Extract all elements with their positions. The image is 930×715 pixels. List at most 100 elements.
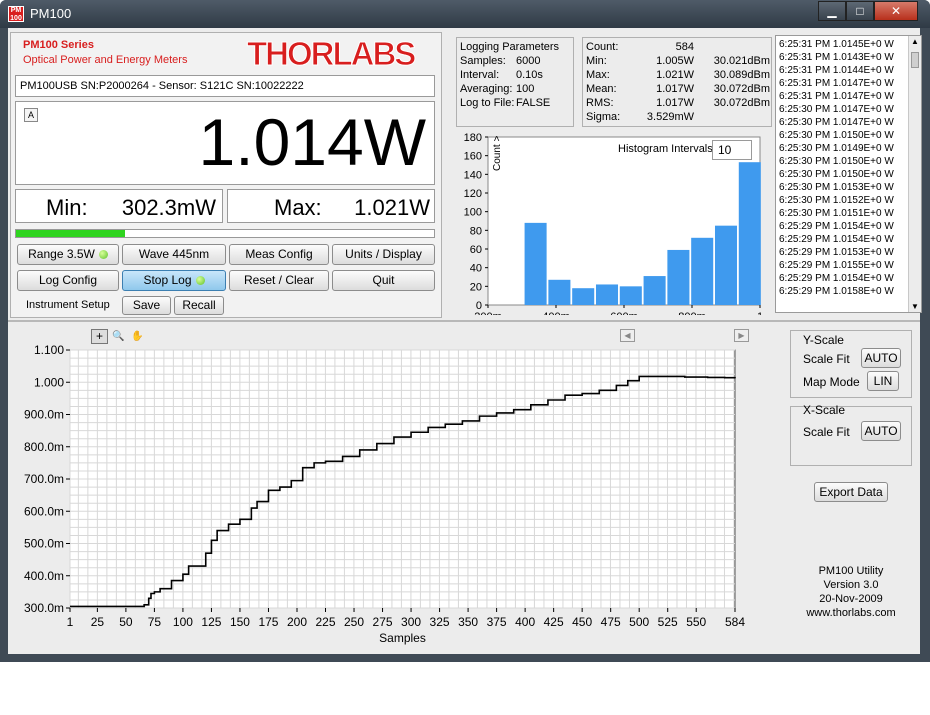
yscale-panel: Y-Scale Scale Fit AUTO Map Mode LIN	[790, 330, 912, 398]
histogram-ylabel: Count >	[492, 136, 503, 171]
stats-watts: 3.529mW	[646, 111, 694, 123]
log-list-item[interactable]: 6:25:30 PM 1.0147E+0 W	[779, 103, 894, 116]
power-trace	[70, 375, 736, 608]
log-list-item[interactable]: 6:25:30 PM 1.0151E+0 W	[779, 207, 894, 220]
log-list-item[interactable]: 6:25:30 PM 1.0153E+0 W	[779, 181, 894, 194]
log-config-button[interactable]: Log Config	[17, 270, 119, 291]
stats-watts: 1.005W	[656, 55, 694, 67]
xscale-title: X-Scale	[803, 403, 846, 417]
instrument-setup-label: Instrument Setup	[26, 299, 110, 311]
log-list-item[interactable]: 6:25:29 PM 1.0158E+0 W	[779, 285, 894, 298]
meas-config-button[interactable]: Meas Config	[229, 244, 329, 265]
log-list-item[interactable]: 6:25:30 PM 1.0150E+0 W	[779, 155, 894, 168]
export-data-button[interactable]: Export Data	[814, 482, 888, 502]
xtick-label: 550	[686, 615, 706, 629]
ytick-label: 1.100	[34, 343, 64, 357]
histogram-bar	[595, 284, 619, 305]
log-list-item[interactable]: 6:25:30 PM 1.0152E+0 W	[779, 194, 894, 207]
x-axis-label: Samples	[379, 631, 426, 645]
crosshair-tool-icon[interactable]: +	[91, 329, 108, 344]
map-mode-button[interactable]: LIN	[867, 371, 899, 391]
histogram-bar	[667, 249, 690, 305]
histogram-bar	[619, 286, 642, 305]
xtick-label: 584	[725, 615, 745, 629]
histogram-bar	[738, 162, 761, 305]
log-list[interactable]: 6:25:31 PM 1.0145E+0 W 6:25:31 PM 1.0143E…	[775, 35, 922, 313]
log-list-item[interactable]: 6:25:31 PM 1.0145E+0 W	[779, 38, 894, 51]
scroll-up-icon[interactable]: ▲	[911, 37, 919, 46]
stats-dbm: 30.072dBm	[713, 97, 770, 109]
xtick-label: 275	[373, 615, 393, 629]
plot-area	[69, 349, 736, 609]
quit-button[interactable]: Quit	[332, 270, 435, 291]
stats-row: RMS: 1.017W 30.072dBm	[586, 97, 770, 111]
save-button[interactable]: Save	[122, 296, 171, 315]
xtick-label: 300	[401, 615, 421, 629]
xtick-label: 400	[515, 615, 535, 629]
scroll-left-icon[interactable]: ◀	[620, 329, 635, 342]
scroll-down-icon[interactable]: ▼	[911, 302, 919, 311]
logging-row: Interval: 0.10s	[460, 69, 572, 83]
minimize-button[interactable]: ▁	[818, 1, 846, 21]
app-name: PM100 Utility	[818, 565, 884, 577]
logging-row-value: FALSE	[516, 97, 551, 109]
log-list-item[interactable]: 6:25:29 PM 1.0155E+0 W	[779, 259, 894, 272]
log-list-item[interactable]: 6:25:31 PM 1.0147E+0 W	[779, 77, 894, 90]
histogram-xtick-label: 1	[757, 311, 763, 315]
xtick-label: 50	[119, 615, 133, 629]
histogram-bar	[548, 279, 571, 305]
log-list-item[interactable]: 6:25:31 PM 1.0147E+0 W	[779, 90, 894, 103]
log-list-item[interactable]: 6:25:30 PM 1.0150E+0 W	[779, 168, 894, 181]
histogram-xtick-label: 400m	[542, 311, 570, 315]
channel-badge: A	[24, 108, 38, 122]
log-list-item[interactable]: 6:25:29 PM 1.0154E+0 W	[779, 272, 894, 285]
log-list-scrollbar[interactable]: ▲ ▼	[908, 36, 921, 312]
maximize-button[interactable]: □	[846, 1, 874, 21]
xtick-label: 225	[315, 615, 335, 629]
xtick-label: 500	[629, 615, 649, 629]
log-list-item[interactable]: 6:25:29 PM 1.0153E+0 W	[779, 246, 894, 259]
yscale-fit-label: Scale Fit	[803, 352, 850, 366]
histogram-xtick-label: 800m	[678, 311, 706, 315]
reset-clear-button[interactable]: Reset / Clear	[229, 270, 329, 291]
units-display-button[interactable]: Units / Display	[332, 244, 435, 265]
wave-button[interactable]: Wave 445nm	[122, 244, 226, 265]
zoom-tool-icon[interactable]: 🔍	[110, 329, 127, 344]
stop-log-button[interactable]: Stop Log	[122, 270, 226, 291]
xtick-label: 200	[287, 615, 307, 629]
range-button[interactable]: Range 3.5W	[17, 244, 119, 265]
histogram-intervals-label: Histogram Intervals	[618, 143, 713, 155]
log-list-item[interactable]: 6:25:29 PM 1.0154E+0 W	[779, 233, 894, 246]
histogram-bar	[572, 288, 595, 305]
log-list-item[interactable]: 6:25:31 PM 1.0144E+0 W	[779, 64, 894, 77]
app-url[interactable]: www.thorlabs.com	[790, 606, 912, 620]
stats-dbm: 30.072dBm	[713, 83, 770, 95]
stats-row: Sigma: 3.529mW	[586, 111, 770, 125]
app-version: Version 3.0	[823, 579, 879, 591]
log-list-item[interactable]: 6:25:30 PM 1.0147E+0 W	[779, 116, 894, 129]
stats-label: Count:	[586, 41, 619, 53]
title-bar[interactable]: PM 100 PM100 ▁ □ ✕	[0, 0, 930, 28]
ytick-label: 800.0m	[24, 440, 64, 454]
histogram-bar	[643, 276, 666, 305]
xtick-label: 350	[458, 615, 478, 629]
ytick-label: 900.0m	[24, 408, 64, 422]
statistics-panel: Count: 584 Min: 1.005W 30.021dBm Max: 1.021W 30…	[582, 37, 772, 127]
log-led-icon	[195, 276, 205, 285]
stats-label: Sigma:	[586, 111, 621, 123]
yscale-fit-button[interactable]: AUTO	[861, 348, 901, 368]
close-button[interactable]: ✕	[874, 1, 918, 21]
scroll-thumb[interactable]	[911, 52, 919, 68]
log-list-item[interactable]: 6:25:30 PM 1.0150E+0 W	[779, 129, 894, 142]
scroll-right-icon[interactable]: ▶	[734, 329, 749, 342]
histogram-intervals-input[interactable]: 10	[712, 140, 752, 160]
recall-button[interactable]: Recall	[174, 296, 224, 315]
log-list-item[interactable]: 6:25:29 PM 1.0154E+0 W	[779, 220, 894, 233]
xscale-fit-button[interactable]: AUTO	[861, 421, 901, 441]
log-list-item[interactable]: 6:25:30 PM 1.0149E+0 W	[779, 142, 894, 155]
stats-watts: 1.017W	[656, 83, 694, 95]
logging-row-label: Samples:	[460, 55, 506, 67]
histogram-ytick-label: 80	[470, 225, 482, 237]
log-list-item[interactable]: 6:25:31 PM 1.0143E+0 W	[779, 51, 894, 64]
pan-tool-icon[interactable]: ✋	[129, 329, 146, 344]
